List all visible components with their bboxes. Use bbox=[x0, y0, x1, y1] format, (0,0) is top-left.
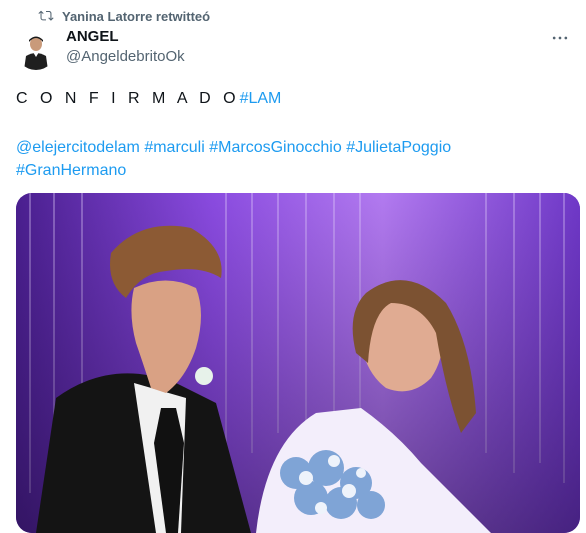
hashtag-granhermano[interactable]: #GranHermano bbox=[16, 162, 126, 179]
more-options-icon bbox=[552, 36, 568, 40]
retweet-context[interactable]: Yanina Latorre retwitteó bbox=[38, 8, 210, 24]
hashtag-julietapoggio[interactable]: #JulietaPoggio bbox=[346, 139, 451, 156]
author-handle[interactable]: @AngeldebritoOk bbox=[66, 48, 185, 65]
hashtag-marcosginocchio[interactable]: #MarcosGinocchio bbox=[209, 139, 342, 156]
tweet-text-line1: C O N F I R M A D O#LAM bbox=[16, 90, 281, 108]
tweet-hashtags: @elejercitodelam #marculi #MarcosGinocch… bbox=[16, 136, 536, 182]
retweet-icon bbox=[38, 10, 54, 21]
confirmed-word: C O N F I R M A D O bbox=[16, 90, 240, 107]
hashtag-marculi[interactable]: #marculi bbox=[144, 139, 204, 156]
avatar-image bbox=[16, 30, 56, 70]
author-name[interactable]: ANGEL bbox=[66, 28, 119, 45]
hashtag-lam[interactable]: #LAM bbox=[240, 90, 282, 107]
media-photo bbox=[16, 193, 580, 533]
mention-elejercitodelam[interactable]: @elejercitodelam bbox=[16, 139, 140, 156]
more-options-button[interactable] bbox=[548, 26, 572, 50]
avatar[interactable] bbox=[16, 30, 56, 70]
tweet-media[interactable] bbox=[16, 193, 580, 533]
retweet-label[interactable]: Yanina Latorre retwitteó bbox=[62, 9, 210, 24]
